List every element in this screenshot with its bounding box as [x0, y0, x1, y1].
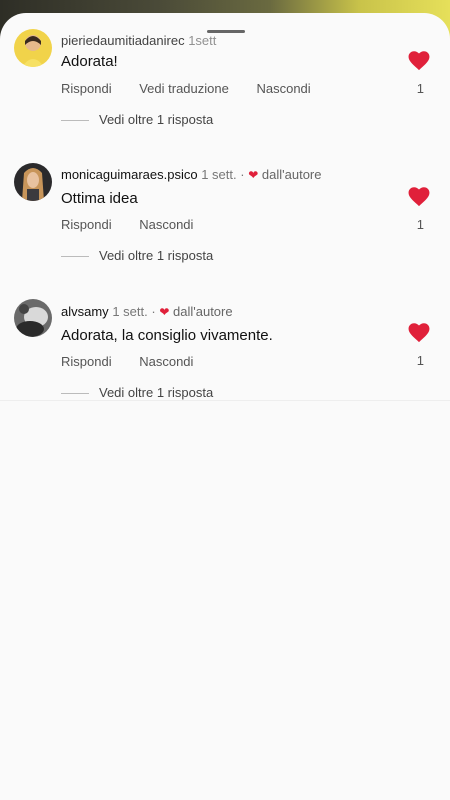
- author-like-label: dall'autore: [173, 304, 233, 319]
- comments-sheet: pieriedaumitiadanirec 1sett Adorata! Ris…: [0, 13, 450, 800]
- separator-dot: ·: [240, 167, 245, 182]
- author-like-label: dall'autore: [261, 167, 322, 182]
- translate-button[interactable]: Vedi traduzione: [139, 81, 229, 96]
- reply-button[interactable]: Rispondi: [61, 81, 112, 96]
- hide-button[interactable]: Nascondi: [139, 217, 193, 232]
- comment-username: monicaguimaraes.psico 1 sett. · ❤ dall'a…: [61, 167, 322, 182]
- heart-icon[interactable]: [408, 51, 430, 71]
- avatar[interactable]: [14, 163, 52, 201]
- small-heart-icon: ❤: [159, 305, 170, 319]
- divider: [0, 400, 450, 401]
- view-replies-button[interactable]: Vedi oltre 1 risposta: [61, 112, 213, 127]
- heart-icon[interactable]: [408, 323, 430, 343]
- comment-text: Adorata, la consiglio vivamente.: [61, 327, 273, 344]
- like-count: 1: [416, 353, 424, 368]
- hide-button[interactable]: Nascondi: [139, 354, 193, 369]
- comment-time: 1 sett.: [112, 304, 148, 319]
- comment-time: 1 sett.: [201, 167, 237, 182]
- reply-button[interactable]: Rispondi: [61, 354, 112, 369]
- view-replies-label[interactable]: Vedi oltre 1 risposta: [99, 248, 213, 263]
- username-text[interactable]: pieriedaumitiadanirec: [61, 33, 185, 48]
- view-replies-label[interactable]: Vedi oltre 1 risposta: [99, 385, 213, 400]
- replies-line: [61, 393, 89, 395]
- comment-actions: Rispondi Nascondi: [61, 354, 217, 369]
- comment-text: Ottima idea: [61, 190, 138, 207]
- hide-button[interactable]: Nascondi: [256, 81, 310, 96]
- like-count: 1: [416, 81, 424, 96]
- small-heart-icon: ❤: [248, 168, 259, 182]
- comment-actions: Rispondi Vedi traduzione Nascondi: [61, 81, 335, 96]
- view-replies-label[interactable]: Vedi oltre 1 risposta: [99, 112, 213, 127]
- separator-dot: ·: [151, 304, 156, 319]
- view-replies-button[interactable]: Vedi oltre 1 risposta: [61, 248, 213, 263]
- comment-username[interactable]: pieriedaumitiadanirec 1sett: [61, 33, 216, 48]
- replies-line: [61, 120, 89, 122]
- comment-actions: Rispondi Nascondi: [61, 217, 217, 232]
- comment-username: alvsamy 1 sett. · ❤ dall'autore: [61, 304, 233, 319]
- view-replies-button[interactable]: Vedi oltre 1 risposta: [61, 385, 213, 400]
- username-text[interactable]: alvsamy: [61, 304, 109, 319]
- avatar[interactable]: [14, 29, 52, 67]
- replies-line: [61, 256, 89, 258]
- avatar[interactable]: [14, 299, 52, 337]
- like-count: 1: [416, 217, 424, 232]
- heart-icon[interactable]: [408, 187, 430, 207]
- comment-time: 1sett: [188, 33, 217, 48]
- reply-button[interactable]: Rispondi: [61, 217, 112, 232]
- username-text[interactable]: monicaguimaraes.psico: [61, 167, 198, 182]
- comment-text: Adorata!: [61, 53, 118, 70]
